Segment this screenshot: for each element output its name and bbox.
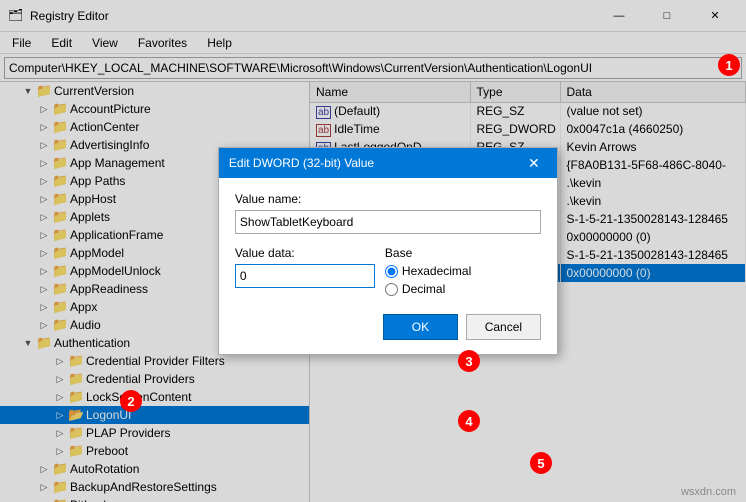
value-data-row: Value data: Base Hexadecimal Decimal <box>235 246 541 300</box>
radio-hex-input[interactable] <box>385 265 398 278</box>
cancel-button[interactable]: Cancel <box>466 314 541 340</box>
radio-decimal[interactable]: Decimal <box>385 282 541 296</box>
edit-dword-dialog: Edit DWORD (32-bit) Value ✕ Value name: … <box>218 147 558 355</box>
value-data-label: Value data: <box>235 246 375 260</box>
dialog-close-button[interactable]: ✕ <box>521 150 547 176</box>
dialog-buttons: OK Cancel <box>235 314 541 340</box>
value-data-section: Value data: <box>235 246 375 288</box>
ok-button[interactable]: OK <box>383 314 458 340</box>
radio-dec-label: Decimal <box>402 282 445 296</box>
dialog-body: Value name: Value data: Base Hexadecimal… <box>219 178 557 354</box>
badge-1: 1 <box>718 54 740 76</box>
base-group: Base Hexadecimal Decimal <box>385 246 541 300</box>
dialog-title: Edit DWORD (32-bit) Value <box>229 156 521 170</box>
value-name-label: Value name: <box>235 192 541 206</box>
value-name-input[interactable] <box>235 210 541 234</box>
value-data-input[interactable] <box>235 264 375 288</box>
radio-hex-label: Hexadecimal <box>402 264 471 278</box>
base-label: Base <box>385 246 541 260</box>
dialog-title-bar: Edit DWORD (32-bit) Value ✕ <box>219 148 557 178</box>
watermark: wsxdn.com <box>681 486 736 498</box>
badge-2: 2 <box>120 390 142 412</box>
badge-5: 5 <box>530 452 552 474</box>
badge-3: 3 <box>458 350 480 372</box>
badge-4: 4 <box>458 410 480 432</box>
radio-dec-input[interactable] <box>385 283 398 296</box>
radio-hexadecimal[interactable]: Hexadecimal <box>385 264 541 278</box>
